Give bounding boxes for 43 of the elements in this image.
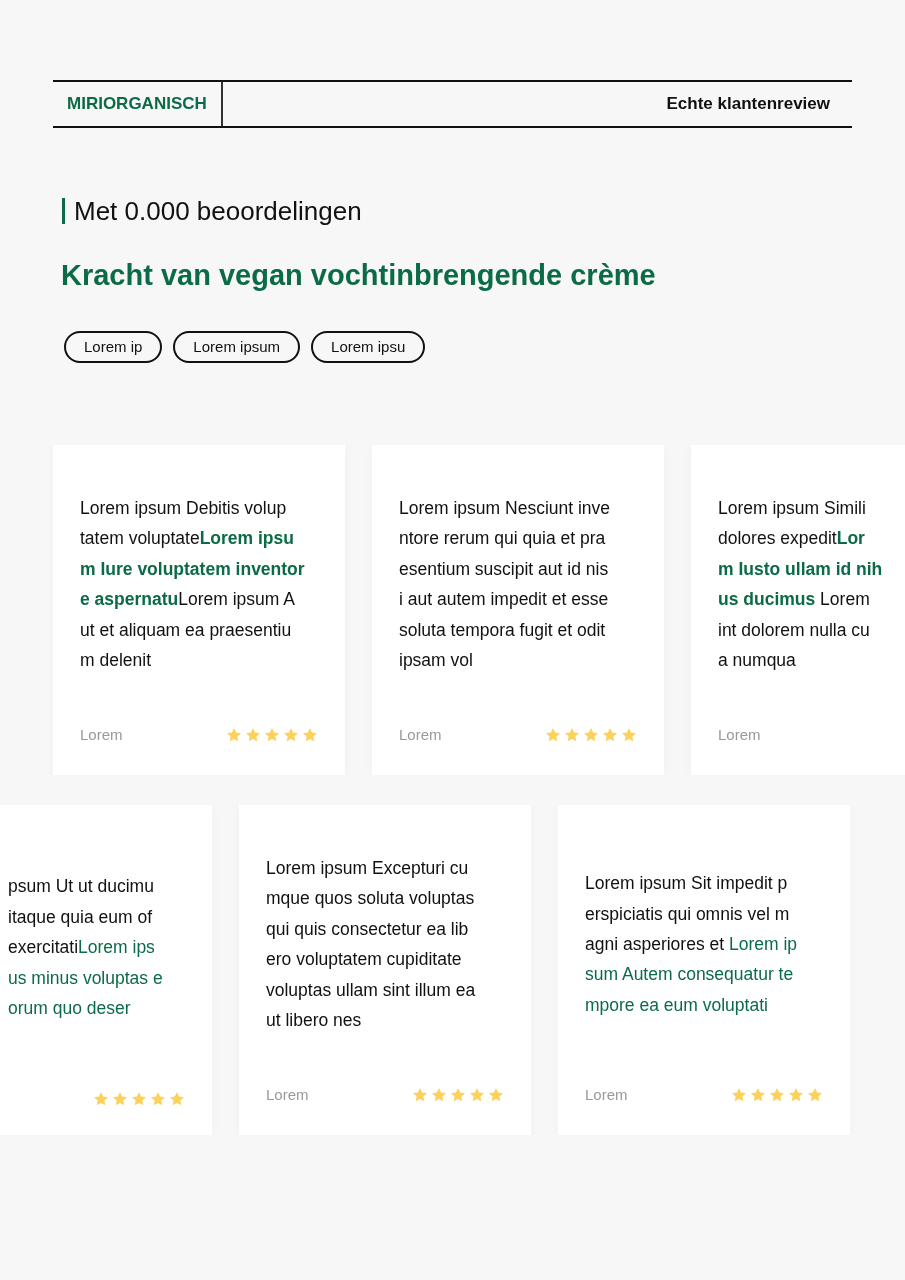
star-icon	[602, 727, 618, 744]
tag-button[interactable]: Lorem ip	[64, 330, 163, 363]
star-icon	[431, 1087, 447, 1104]
star-icon	[283, 727, 299, 744]
star-icon	[621, 727, 637, 744]
reviewer-name: Lorem	[399, 725, 442, 745]
reviewer-name: Lorem	[718, 725, 761, 745]
review-text: Lorem ipsum Nesciunt inve ntore rerum qui quia et pra esentium suscipit aut id nis i aut autem impedit et esse soluta tempora fugit et odit ipsam vol	[399, 497, 612, 673]
star-icon	[302, 727, 318, 744]
header-tagline: Echte klantenreview	[666, 93, 831, 116]
star-icon	[545, 727, 561, 744]
star-icon	[450, 1087, 466, 1104]
star-icon	[169, 1090, 185, 1107]
reviewer-name: Lorem	[266, 1085, 309, 1105]
star-icon	[807, 1087, 823, 1104]
star-icon	[488, 1087, 504, 1104]
star-icon	[731, 1087, 747, 1104]
tag-button[interactable]: Lorem ipsum	[173, 330, 301, 363]
star-icon	[750, 1087, 766, 1104]
star-icon	[788, 1087, 804, 1104]
star-icon	[564, 727, 580, 744]
star-icon	[769, 1087, 785, 1104]
review-text: Lorem ipsum Debitis volup tatem voluptateLorem ipsu m Iure voluptatem inventor e aspernatuLorem ipsum A ut et aliquam ea praesentiu m delenit	[80, 497, 306, 673]
tag-button[interactable]: Lorem ipsu	[311, 330, 426, 363]
star-icon	[583, 727, 599, 744]
star-icon	[245, 727, 261, 744]
reviewer-name: Lorem	[80, 725, 123, 745]
star-icon	[226, 727, 242, 744]
star-icon	[131, 1090, 147, 1107]
star-icon	[93, 1090, 109, 1107]
review-text: Lorem ipsum Excepturi cu mque quos soluta voluptas qui quis consectetur ea lib ero voluptatem cupiditate voluptas ullam sint illum ea ut libero nes	[266, 857, 477, 1033]
star-icon	[412, 1087, 428, 1104]
reviewer-name: Lorem	[585, 1085, 628, 1105]
page-title: Kracht van vegan vochtinbrengende crème	[61, 258, 657, 293]
star-icon	[264, 727, 280, 744]
star-icon	[150, 1090, 166, 1107]
review-count: Met 0.000 beoordelingen	[62, 198, 905, 224]
star-icon	[112, 1090, 128, 1107]
review-text: Lorem ipsum Sit impedit p erspiciatis qui omnis vel m agni asperiores et Lorem ip sum Autem consequatur te mpore ea eum voluptati	[585, 872, 799, 1017]
review-text: psum Ut ut ducimu itaque quia eum of exercitatiLorem ips us minus voluptas e orum quo deser	[8, 875, 164, 1021]
review-text: Lorem ipsum Simili dolores expeditLor m Iusto ullam id nih us ducimus Lorem int dolorem nulla cu a numqua	[718, 497, 884, 673]
brand-name: MIRIORGANISCH	[53, 82, 223, 126]
star-icon	[469, 1087, 485, 1104]
